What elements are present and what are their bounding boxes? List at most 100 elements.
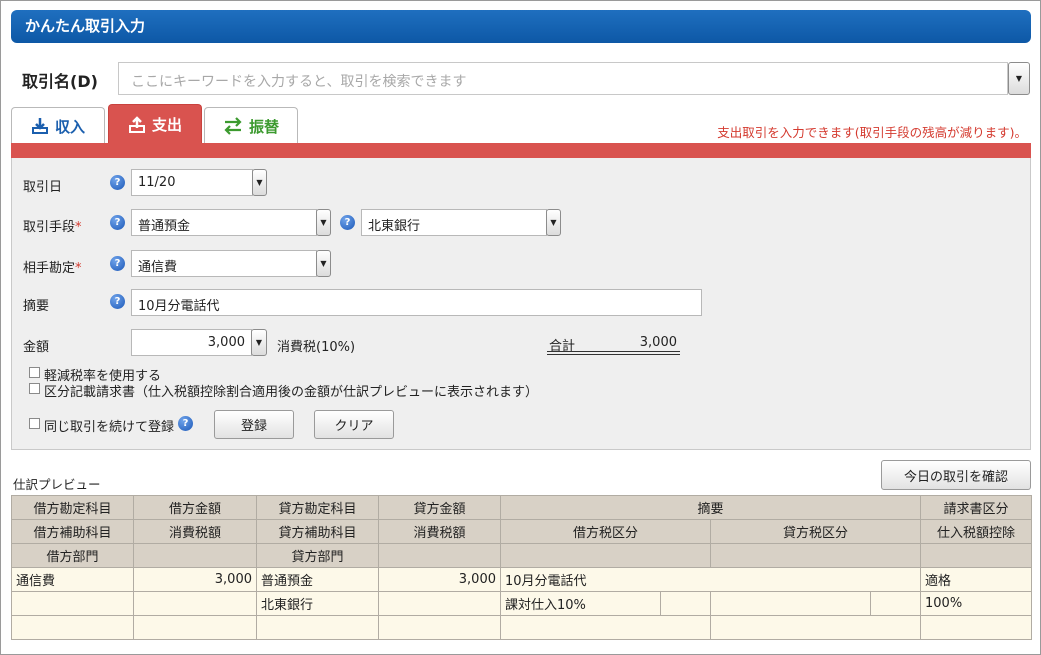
table-row [11,615,1033,640]
table-cell: 10月分電話代 [499,567,922,592]
table-header-row: 借方勘定科目 借方金額 貸方勘定科目 貸方金額 摘要 請求書区分 [11,495,1033,520]
header-cell: 借方税区分 [500,519,711,544]
repeat-checkbox[interactable] [29,418,40,429]
table-cell [660,591,711,616]
memo-label: 摘要 [23,299,50,314]
invoice-checkbox[interactable] [29,383,40,394]
table-cell: 北東銀行 [256,591,379,616]
table-cell: 課対仕入10% [500,591,661,616]
header-cell [920,543,1033,568]
table-cell: 適格 [920,567,1033,592]
help-icon[interactable]: ? [110,215,125,230]
tab-transfer-label: 振替 [248,117,279,136]
tax-label: 消費税(10%) [277,340,356,355]
table-cell [256,615,379,640]
chevron-down-icon: ▼ [550,218,557,227]
date-dropdown-button[interactable]: ▼ [252,169,267,196]
help-icon[interactable]: ? [340,215,355,230]
total-value: 3,000 [639,335,677,350]
tab-income-label: 収入 [54,117,85,136]
header-cell: 借方金額 [133,495,257,520]
chevron-down-icon: ▼ [256,178,263,187]
chevron-down-icon: ▼ [320,218,327,227]
header-cell [133,543,257,568]
account-dropdown-button[interactable]: ▼ [316,250,331,277]
tab-transfer[interactable]: 振替 [204,107,298,144]
table-cell [378,615,501,640]
help-icon[interactable]: ? [110,256,125,271]
bank-dropdown-button[interactable]: ▼ [546,209,561,236]
tab-expense-label: 支出 [151,116,182,134]
help-icon[interactable]: ? [110,294,125,309]
table-row: 通信費 3,000 普通預金 3,000 10月分電話代 適格 [11,567,1033,592]
date-label: 取引日 [23,180,63,195]
upload-icon [128,115,146,134]
table-cell [710,591,871,616]
header-cell: 貸方部門 [256,543,379,568]
clear-button[interactable]: クリア [314,410,394,439]
repeat-label: 同じ取引を続けて登録 [44,420,175,435]
table-cell: 3,000 [378,567,501,592]
register-button[interactable]: 登録 [214,410,294,439]
header-cell [709,543,922,568]
today-transactions-button[interactable]: 今日の取引を確認 [881,460,1031,490]
table-cell [920,615,1033,640]
search-input[interactable]: ここにキーワードを入力すると、取引を検索できます [118,62,1008,95]
table-cell [133,591,257,616]
journal-preview-table: 借方勘定科目 借方金額 貸方勘定科目 貸方金額 摘要 請求書区分 借方補助科目 … [11,495,1033,640]
header-cell: 摘要 [499,495,922,520]
table-cell [133,615,257,640]
chevron-down-icon: ▼ [320,259,327,268]
header-cell [500,543,711,568]
table-cell: 100% [920,591,1033,616]
tab-income[interactable]: 収入 [11,107,105,144]
table-header-row: 借方部門 貸方部門 [11,543,1033,568]
table-cell [11,615,134,640]
table-cell: 普通預金 [256,567,379,592]
help-icon[interactable]: ? [110,175,125,190]
table-cell [378,591,501,616]
chevron-down-icon: ▼ [255,338,263,347]
amount-input[interactable]: 3,000 [131,329,252,356]
window-title: かんたん取引入力 [11,10,1031,43]
total-double-underline [547,351,680,355]
header-cell: 仕入税額控除 [920,519,1033,544]
memo-input[interactable]: 10月分電話代 [131,289,702,316]
download-icon [31,117,49,135]
account-select[interactable]: 通信費 [131,250,317,277]
header-cell: 消費税額 [133,519,257,544]
header-cell: 借方勘定科目 [11,495,134,520]
header-cell: 貸方補助科目 [256,519,379,544]
table-cell [869,591,922,616]
method-select[interactable]: 普通預金 [131,209,317,236]
account-label: 相手勘定* [23,261,82,276]
amount-dropdown-button[interactable]: ▼ [251,329,267,356]
header-cell: 消費税額 [378,519,501,544]
table-cell [11,591,134,616]
header-cell: 借方補助科目 [11,519,134,544]
header-cell: 請求書区分 [920,495,1033,520]
reduced-tax-checkbox[interactable] [29,367,40,378]
header-cell [378,543,501,568]
search-dropdown-button[interactable]: ▼ [1008,62,1030,95]
table-cell [500,615,711,640]
date-input[interactable]: 11/20 [131,169,253,196]
transfer-arrows-icon [223,117,243,135]
preview-title: 仕訳プレビュー [13,477,101,492]
table-cell [709,615,922,640]
method-dropdown-button[interactable]: ▼ [316,209,331,236]
bank-select[interactable]: 北東銀行 [361,209,547,236]
table-cell: 通信費 [11,567,134,592]
table-row: 北東銀行 課対仕入10% 100% [11,591,1033,616]
tab-notice: 支出取引を入力できます(取引手段の残高が減ります)。 [717,125,1027,140]
table-header-row: 借方補助科目 消費税額 貸方補助科目 消費税額 借方税区分 貸方税区分 仕入税額… [11,519,1033,544]
amount-label: 金額 [23,340,50,355]
expense-strip [11,143,1031,158]
invoice-label: 区分記載請求書（仕入税額控除割合適用後の金額が仕訳プレビューに表示されます） [44,385,539,400]
help-icon[interactable]: ? [178,416,193,431]
table-cell: 3,000 [133,567,257,592]
chevron-down-icon: ▼ [1015,74,1023,83]
tab-expense[interactable]: 支出 [108,104,202,144]
header-cell: 借方部門 [11,543,134,568]
header-cell: 貸方金額 [378,495,501,520]
